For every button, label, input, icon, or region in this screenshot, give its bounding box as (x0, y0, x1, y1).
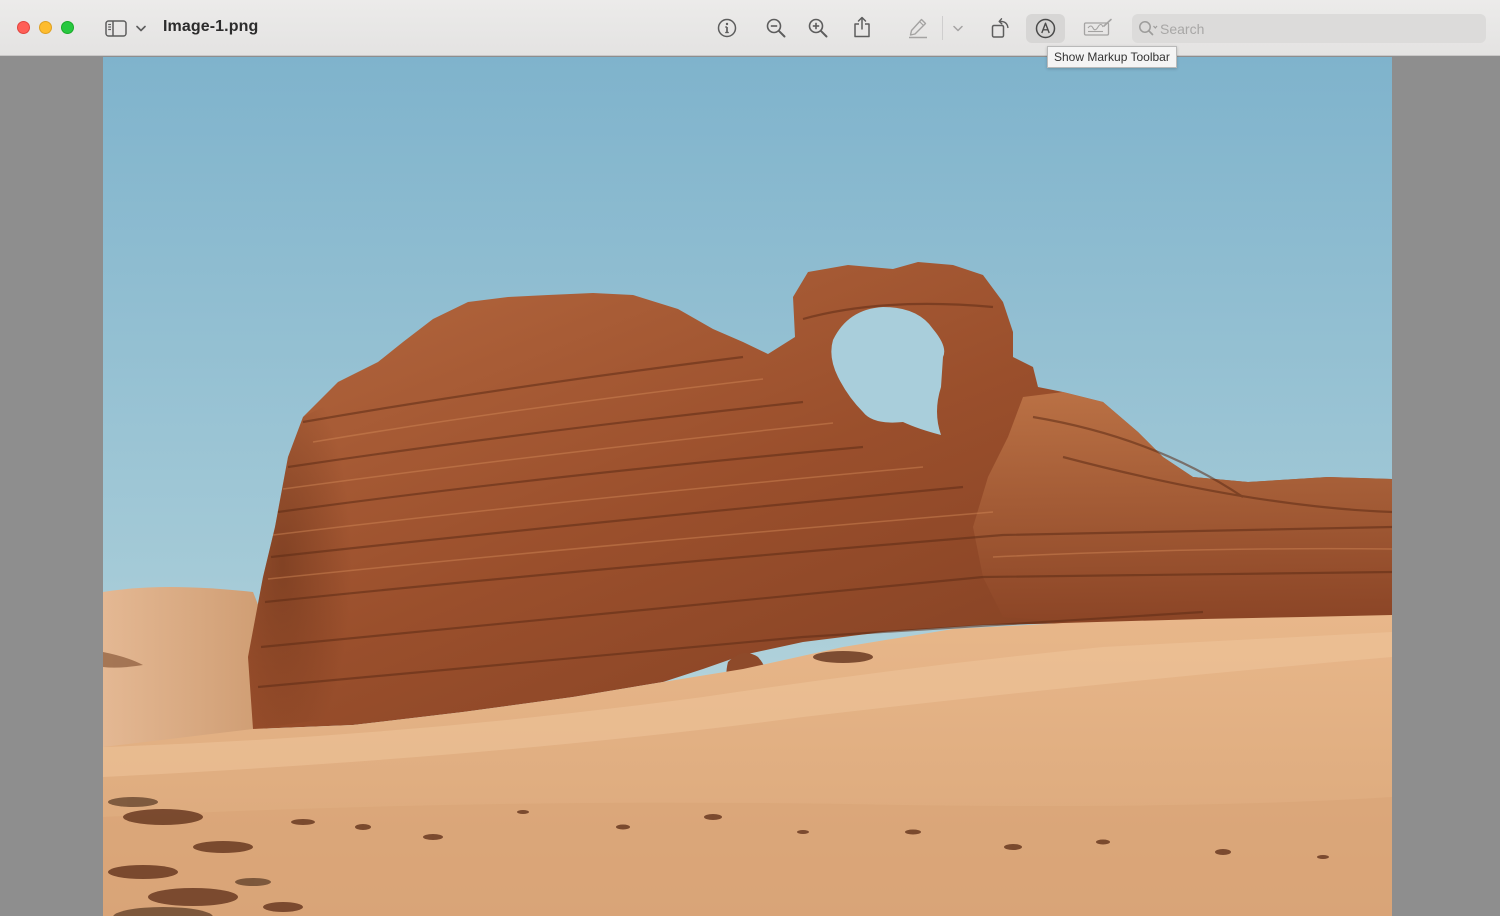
markup-icon (1035, 18, 1056, 39)
image-canvas[interactable] (103, 57, 1392, 916)
share-icon (854, 16, 870, 38)
zoom-out-icon (766, 18, 786, 38)
window-title: Image-1.png (163, 18, 259, 35)
toolbar-separator (942, 16, 943, 40)
info-icon (717, 18, 737, 38)
info-button[interactable] (715, 16, 739, 40)
rotate-button[interactable] (988, 15, 1014, 41)
sidebar-icon (105, 19, 127, 37)
markup-tooltip: Show Markup Toolbar (1047, 46, 1177, 68)
search-field[interactable] (1132, 14, 1486, 43)
sidebar-menu-button[interactable] (134, 22, 148, 34)
markup-toolbar-button[interactable] (1026, 14, 1065, 43)
title-bar: Image-1.png (0, 0, 1500, 56)
chevron-down-icon (136, 25, 146, 31)
share-button[interactable] (850, 14, 874, 40)
search-icon (1139, 21, 1158, 36)
fullscreen-window-button[interactable] (61, 21, 74, 34)
pen-icon (909, 18, 927, 39)
preview-window: Image-1.png Search Show Markup Toolbar (0, 0, 1500, 916)
sidebar-toggle-button[interactable] (104, 18, 128, 38)
highlight-button[interactable] (906, 16, 930, 40)
chevron-down-icon (953, 25, 963, 31)
signature-button[interactable] (1082, 16, 1114, 40)
highlight-menu-button[interactable] (951, 22, 965, 34)
minimize-window-button[interactable] (39, 21, 52, 34)
zoom-out-button[interactable] (764, 16, 788, 40)
zoom-in-button[interactable] (806, 16, 830, 40)
zoom-in-icon (808, 18, 828, 38)
signature-icon (1083, 18, 1112, 36)
search-input[interactable] (1160, 14, 1476, 43)
rotate-icon (991, 18, 1009, 38)
desert-arch-photo (103, 57, 1392, 916)
close-window-button[interactable] (17, 21, 30, 34)
